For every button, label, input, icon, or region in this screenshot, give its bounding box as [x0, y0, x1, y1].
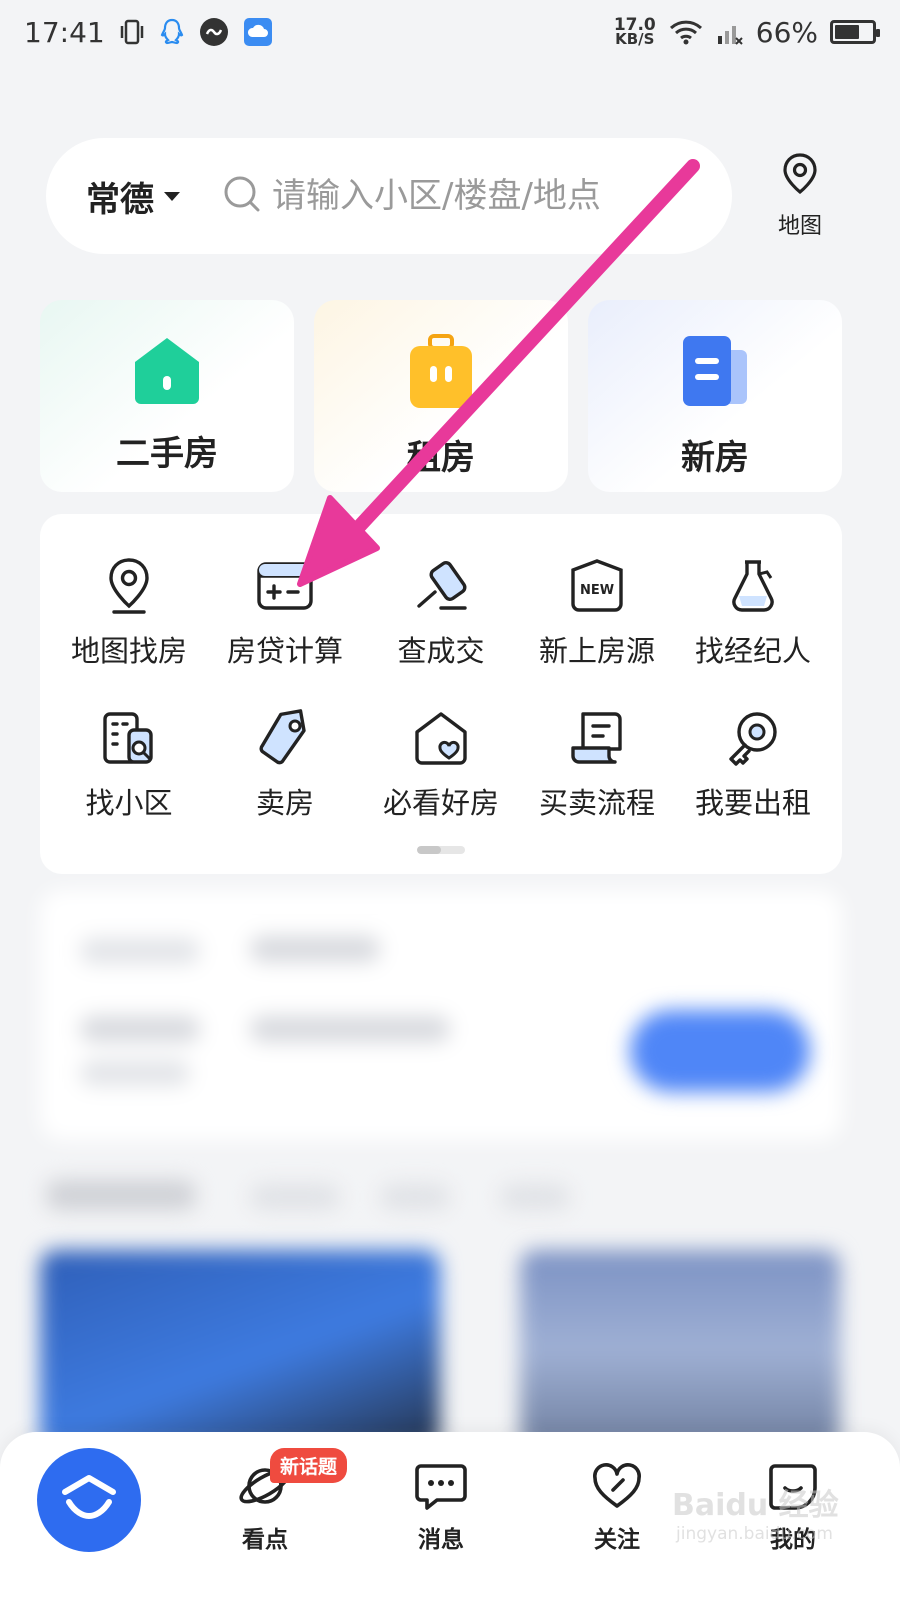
- blurred-text: [250, 1016, 450, 1042]
- search-icon: [222, 174, 262, 218]
- search-bar[interactable]: 常德: [46, 138, 732, 254]
- vibrate-icon: [119, 18, 145, 46]
- tool-grid: 地图找房 房贷计算 查成交 NEW 新上房源 找经纪人 找小区 卖房 必看好房 …: [40, 514, 842, 874]
- signal-icon: [716, 18, 744, 46]
- blurred-tab: [500, 1184, 570, 1210]
- tool-transaction-records[interactable]: 查成交: [363, 556, 519, 670]
- blurred-tab: [380, 1184, 450, 1210]
- nav-label: 看点: [242, 1527, 288, 1553]
- card-label: 租房: [407, 438, 475, 478]
- house-heart-icon: [411, 708, 471, 768]
- app-circle-icon: [199, 17, 229, 47]
- tool-label: 房贷计算: [226, 634, 343, 668]
- blurred-image: [40, 1250, 440, 1450]
- map-button[interactable]: 地图: [770, 152, 830, 240]
- suitcase-icon: [406, 332, 476, 416]
- blurred-image: [520, 1250, 840, 1450]
- blurred-text: [250, 936, 380, 962]
- key-icon: [723, 708, 783, 768]
- network-speed: 17.0 KB/S: [613, 15, 656, 48]
- tool-buy-sell-process[interactable]: 买卖流程: [519, 708, 675, 822]
- city-selector[interactable]: 常德: [86, 172, 180, 221]
- card-rent-house[interactable]: 租房: [314, 300, 568, 492]
- document-icon: [567, 708, 627, 768]
- caret-down-icon: [164, 191, 180, 201]
- map-pin-icon: [99, 556, 159, 616]
- gavel-icon: [411, 556, 471, 616]
- page-indicator: [417, 846, 465, 854]
- tool-label: 找小区: [85, 786, 173, 820]
- card-new-house[interactable]: 新房: [588, 300, 842, 492]
- battery-percent: 66%: [755, 15, 818, 49]
- tool-label: 新上房源: [538, 634, 655, 668]
- home-logo-icon: [57, 1470, 121, 1530]
- tool-find-community[interactable]: 找小区: [51, 708, 207, 822]
- price-tag-icon: [255, 708, 315, 768]
- svg-text:NEW: NEW: [580, 583, 614, 598]
- cloud-app-icon: [243, 17, 273, 47]
- page-indicator-active: [417, 846, 441, 854]
- map-button-label: 地图: [777, 214, 822, 239]
- tool-sell-house[interactable]: 卖房: [207, 708, 363, 822]
- tool-label: 地图找房: [70, 634, 187, 668]
- card-second-hand-house[interactable]: 二手房: [40, 300, 294, 492]
- tool-mortgage-calculator[interactable]: 房贷计算: [207, 556, 363, 670]
- calculator-icon: [255, 556, 315, 616]
- tool-label: 卖房: [255, 786, 314, 820]
- blurred-tab: [250, 1184, 340, 1210]
- tool-must-see-houses[interactable]: 必看好房: [363, 708, 519, 822]
- home-button[interactable]: [37, 1448, 141, 1552]
- status-bar: 17:41 17.0 KB/S 66%: [0, 0, 900, 64]
- battery-icon: [830, 20, 880, 44]
- tool-label: 查成交: [397, 634, 485, 668]
- blurred-tab: [46, 1180, 196, 1210]
- nav-label: 关注: [594, 1527, 640, 1553]
- agent-icon: [723, 556, 783, 616]
- status-time: 17:41: [24, 15, 105, 49]
- tool-label: 必看好房: [382, 786, 499, 820]
- baidu-watermark: Baidu 经验 jingyan.baidu.com: [672, 1480, 842, 1560]
- new-topic-badge: 新话题: [270, 1448, 348, 1483]
- blurred-text: [80, 1060, 190, 1086]
- card-label: 新房: [681, 438, 749, 478]
- tool-map-search[interactable]: 地图找房: [51, 556, 207, 670]
- tool-new-listings[interactable]: NEW 新上房源: [519, 556, 675, 670]
- search-input[interactable]: [272, 176, 652, 216]
- chat-icon: [413, 1460, 469, 1516]
- city-label: 常德: [86, 179, 154, 220]
- map-pin-icon: [779, 152, 821, 204]
- watermark-main: Baidu 经验: [672, 1488, 839, 1523]
- nav-favorites[interactable]: 关注: [567, 1460, 667, 1554]
- nav-label: 消息: [418, 1527, 464, 1553]
- card-label: 二手房: [116, 434, 218, 474]
- watermark-sub: jingyan.baidu.com: [676, 1524, 833, 1544]
- tool-rent-out[interactable]: 我要出租: [675, 708, 831, 822]
- house-icon: [129, 332, 205, 412]
- blurred-text: [80, 1016, 200, 1042]
- heart-icon: [589, 1460, 645, 1516]
- community-search-icon: [99, 708, 159, 768]
- nav-messages[interactable]: 消息: [391, 1460, 491, 1554]
- tool-label: 找经纪人: [694, 634, 811, 668]
- tool-label: 我要出租: [694, 786, 811, 820]
- tool-find-agent[interactable]: 找经纪人: [675, 556, 831, 670]
- blurred-button: [630, 1010, 810, 1092]
- wifi-icon: [668, 18, 704, 46]
- building-icon: [679, 332, 751, 416]
- tool-label: 买卖流程: [538, 786, 655, 820]
- blurred-text: [80, 938, 200, 964]
- new-badge-icon: NEW: [567, 556, 627, 616]
- qq-icon: [159, 17, 185, 47]
